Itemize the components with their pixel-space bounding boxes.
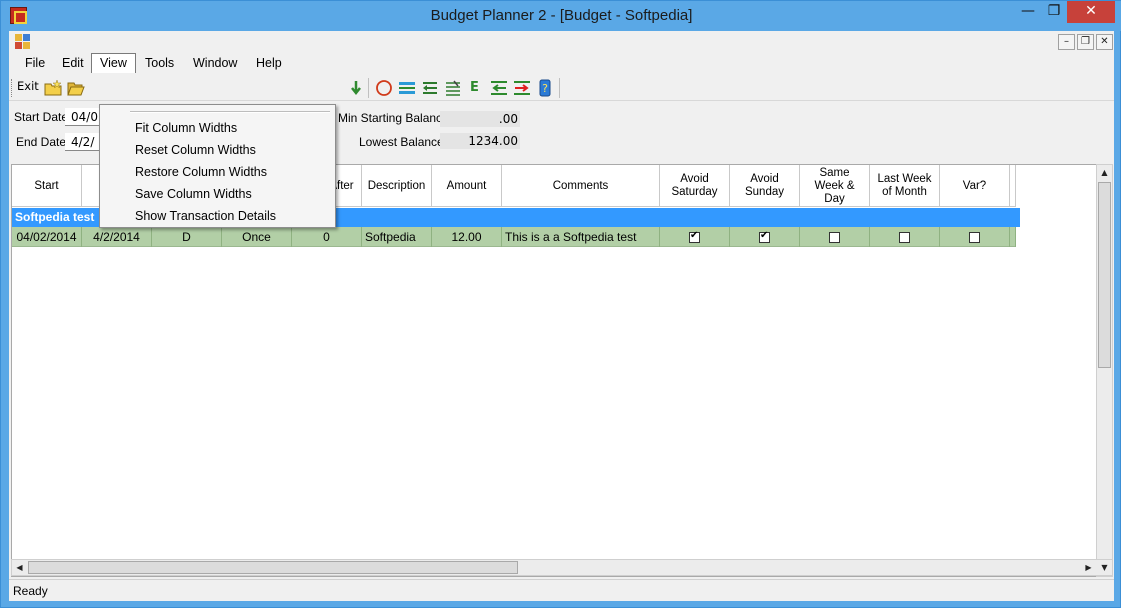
avoid-sunday-checkbox[interactable]: [759, 230, 770, 243]
min-starting-balance-value: .00: [440, 111, 520, 127]
cell-date[interactable]: 4/2/2014: [82, 227, 152, 247]
cell-avoid-sunday: [730, 227, 800, 247]
lowest-balance-label: Lowest Balance: [359, 135, 444, 149]
menu-item-restore-column-widths[interactable]: Restore Column Widths: [135, 165, 267, 179]
start-date-label: Start Date: [14, 110, 69, 124]
indent-left-icon[interactable]: [421, 79, 439, 97]
cell-amount[interactable]: 12.00: [432, 227, 502, 247]
menu-file[interactable]: File: [17, 53, 53, 73]
cell-last-week-of-month: [870, 227, 940, 247]
vertical-scroll-thumb[interactable]: [1098, 182, 1111, 368]
vertical-scrollbar[interactable]: ▲: [1096, 164, 1113, 577]
mdi-restore-button[interactable]: ❐: [1077, 34, 1094, 50]
scroll-down-arrow-icon[interactable]: ▼: [1097, 560, 1112, 575]
column-header-start[interactable]: Start: [12, 165, 82, 207]
menu-edit[interactable]: Edit: [54, 53, 92, 73]
cell-same-week-day: [800, 227, 870, 247]
same-week-day-checkbox[interactable]: [829, 231, 840, 243]
title-bar[interactable]: Budget Planner 2 - [Budget - Softpedia] …: [1, 1, 1121, 31]
toolbar-separator: [368, 78, 369, 98]
menu-help[interactable]: Help: [248, 53, 290, 73]
column-header-filler: [1010, 165, 1016, 207]
exit-button[interactable]: Exit: [17, 79, 39, 93]
circle-icon[interactable]: [375, 79, 393, 97]
new-folder-icon[interactable]: [44, 79, 62, 97]
toolbar: Exit E ?: [9, 74, 1114, 101]
menu-item-reset-column-widths[interactable]: Reset Column Widths: [135, 143, 256, 157]
cell-start[interactable]: 04/02/2014: [12, 227, 82, 247]
window-minimize-button[interactable]: —: [1015, 1, 1041, 23]
align-lines-icon[interactable]: [398, 79, 416, 97]
column-header-var[interactable]: Var?: [940, 165, 1010, 207]
horizontal-scroll-thumb[interactable]: [28, 561, 518, 574]
column-header-amount[interactable]: Amount: [432, 165, 502, 207]
horizontal-scrollbar[interactable]: ◀ ▶ ▼: [11, 559, 1113, 576]
svg-text:?: ?: [542, 82, 548, 95]
app-window: Budget Planner 2 - [Budget - Softpedia] …: [0, 0, 1121, 608]
scroll-up-arrow-icon[interactable]: ▲: [1097, 165, 1112, 180]
window-close-button[interactable]: ✕: [1067, 1, 1115, 23]
var-checkbox[interactable]: [969, 231, 980, 243]
help-icon[interactable]: ?: [536, 79, 554, 97]
mdi-bar: – ❐ ✕: [9, 31, 1114, 53]
cell-after[interactable]: 0: [292, 227, 362, 247]
min-starting-balance-label: Min Starting Balance: [338, 111, 449, 125]
status-text: Ready: [13, 584, 48, 598]
menu-view[interactable]: View: [91, 53, 136, 73]
cell-comments[interactable]: This is a a Softpedia test: [502, 227, 660, 247]
cell-var: [940, 227, 1010, 247]
toolbar-grip[interactable]: [11, 79, 14, 97]
menu-tools[interactable]: Tools: [137, 53, 182, 73]
mdi-close-button[interactable]: ✕: [1096, 34, 1113, 50]
lowest-balance-value: 1234.00: [440, 133, 520, 149]
window-title: Budget Planner 2 - [Budget - Softpedia]: [430, 7, 693, 24]
scroll-left-arrow-icon[interactable]: ◀: [12, 560, 27, 575]
open-folder-icon[interactable]: [67, 79, 85, 97]
client-area: – ❐ ✕ File Edit View Tools Window Help E…: [9, 31, 1114, 601]
menu-window[interactable]: Window: [185, 53, 245, 73]
column-header-same-week-day[interactable]: Same Week & Day: [800, 165, 870, 207]
cell-filler: [1010, 227, 1016, 247]
list-edit-icon[interactable]: [444, 79, 462, 97]
arrow-left-icon[interactable]: [490, 79, 508, 97]
move-down-arrow-icon[interactable]: [347, 79, 365, 97]
menu-item-fit-column-widths[interactable]: Fit Column Widths: [135, 121, 237, 135]
e-button[interactable]: E: [470, 80, 488, 98]
column-header-comments[interactable]: Comments: [502, 165, 660, 207]
table-row[interactable]: 04/02/2014 4/2/2014 D Once 0 Softpedia 1…: [12, 227, 1016, 247]
last-week-of-month-checkbox[interactable]: [899, 231, 910, 243]
arrow-right-icon[interactable]: [513, 79, 531, 97]
cell-avoid-saturday: [660, 227, 730, 247]
cell-description[interactable]: Softpedia: [362, 227, 432, 247]
mdi-minimize-button[interactable]: –: [1058, 34, 1075, 50]
column-header-last-week-of-month[interactable]: Last Week of Month: [870, 165, 940, 207]
cell-frequency[interactable]: Once: [222, 227, 292, 247]
menu-bar: File Edit View Tools Window Help: [9, 53, 1114, 73]
toolbar-separator: [559, 78, 560, 98]
end-date-label: End Date: [16, 135, 67, 149]
menu-item-show-transaction-details[interactable]: Show Transaction Details: [135, 209, 276, 223]
window-maximize-button[interactable]: ❐: [1041, 1, 1067, 23]
column-header-avoid-sunday[interactable]: Avoid Sunday: [730, 165, 800, 207]
document-icon[interactable]: [15, 34, 31, 50]
status-bar: Ready: [9, 579, 1114, 601]
cell-type[interactable]: D: [152, 227, 222, 247]
menu-item-save-column-widths[interactable]: Save Column Widths: [135, 187, 252, 201]
avoid-saturday-checkbox[interactable]: [689, 230, 700, 243]
column-header-description[interactable]: Description: [362, 165, 432, 207]
menu-separator: [130, 111, 330, 113]
column-header-avoid-saturday[interactable]: Avoid Saturday: [660, 165, 730, 207]
view-menu-dropdown: Fit Column Widths Reset Column Widths Re…: [99, 104, 336, 228]
scroll-right-arrow-icon[interactable]: ▶: [1081, 560, 1096, 575]
